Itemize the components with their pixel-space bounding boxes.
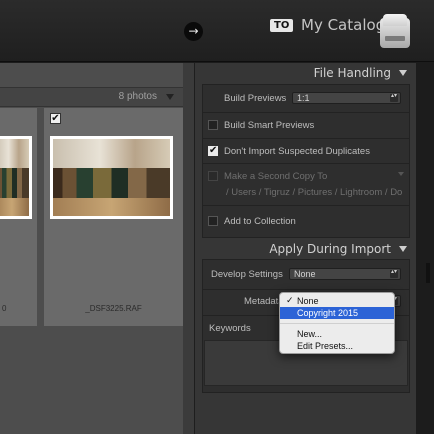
dont-import-duplicates-checkbox[interactable]: ✔: [208, 146, 218, 156]
build-previews-label: Build Previews: [224, 93, 287, 104]
add-to-collection-checkbox[interactable]: [208, 216, 218, 226]
hard-drive-icon[interactable]: [380, 14, 410, 50]
menu-item-edit-presets[interactable]: Edit Presets...: [280, 340, 394, 352]
row-divider: [202, 112, 410, 113]
section-title: File Handling: [313, 66, 391, 80]
second-copy-checkbox[interactable]: [208, 171, 218, 181]
apply-during-import-header[interactable]: Apply During Import: [195, 239, 417, 259]
grid-header: 8 photos: [0, 87, 183, 107]
photo-image-sky: [53, 139, 170, 169]
develop-settings-select[interactable]: None ▴▾: [289, 268, 401, 280]
menu-item-label: None: [297, 296, 319, 306]
build-previews-value: 1:1: [297, 93, 310, 103]
cell-divider: [37, 108, 44, 326]
photo-thumbnail[interactable]: [50, 136, 173, 219]
build-smart-previews-checkbox[interactable]: [208, 120, 218, 130]
menu-item-copyright-2015[interactable]: Copyright 2015: [280, 307, 394, 319]
menu-item-none[interactable]: ✓ None: [280, 295, 394, 307]
catalog-name[interactable]: My Catalog: [301, 16, 385, 34]
file-handling-box: [202, 84, 410, 238]
photo-cell-selected[interactable]: ✔ _DSF3225.RAF: [44, 108, 183, 326]
chevron-down-icon[interactable]: [398, 172, 404, 176]
develop-settings-value: None: [294, 269, 316, 279]
add-to-collection-label: Add to Collection: [224, 216, 296, 227]
second-copy-path: / Users / Tigruz / Pictures / Lightroom …: [226, 187, 403, 198]
file-handling-header[interactable]: File Handling: [195, 63, 417, 83]
second-copy-label: Make a Second Copy To: [224, 171, 328, 182]
stepper-arrows-icon: ▴▾: [390, 93, 398, 102]
photo-image-ground: [53, 197, 170, 216]
dont-import-duplicates-label: Don't Import Suspected Duplicates: [224, 146, 370, 157]
photo-filename: 0: [2, 304, 7, 313]
top-bar: → TO My Catalog: [0, 0, 434, 62]
build-smart-previews-label: Build Smart Previews: [224, 120, 315, 131]
photo-grid: 8 photos 0 ✔ _DSF3225.RAF: [0, 63, 194, 434]
menu-item-label: Copyright 2015: [297, 308, 359, 318]
to-badge: TO: [270, 19, 294, 32]
keywords-label: Keywords: [209, 323, 251, 334]
hard-drive-slot: [385, 36, 405, 41]
right-edge: [416, 63, 434, 434]
collapse-triangle-icon[interactable]: [399, 246, 407, 252]
row-divider: [202, 289, 410, 290]
import-options-panel: File Handling Build Previews 1:1 ▴▾ Buil…: [194, 63, 416, 434]
row-divider: [202, 163, 410, 164]
menu-separator: [280, 323, 394, 324]
section-title: Apply During Import: [269, 242, 391, 256]
row-divider: [202, 205, 410, 206]
stepper-arrows-icon: ▴▾: [390, 269, 398, 278]
photo-filename: _DSF3225.RAF: [85, 304, 142, 313]
collapse-triangle-icon[interactable]: [399, 70, 407, 76]
photo-image-ground: [0, 197, 29, 216]
row-divider: [202, 138, 410, 139]
grid-scrollbar[interactable]: [183, 63, 194, 434]
develop-settings-label: Develop Settings: [211, 269, 283, 280]
menu-item-new[interactable]: New...: [280, 328, 394, 340]
arrow-right-icon[interactable]: →: [184, 22, 203, 41]
build-previews-select[interactable]: 1:1 ▴▾: [292, 92, 401, 104]
photo-cell[interactable]: 0: [0, 108, 37, 326]
sort-arrow-icon[interactable]: [166, 94, 174, 100]
metadata-dropdown-menu: ✓ None Copyright 2015 New... Edit Preset…: [279, 292, 395, 354]
photo-image-sky: [0, 139, 29, 169]
photo-count: 8 photos: [118, 91, 157, 102]
checkmark-icon: ✓: [286, 296, 294, 306]
hard-drive-lid: [383, 14, 407, 26]
metadata-label: Metadata: [244, 296, 284, 307]
menu-item-label: Edit Presets...: [297, 341, 354, 351]
panel-resize-handle[interactable]: [426, 263, 430, 283]
photo-thumbnail[interactable]: [0, 136, 32, 219]
menu-item-label: New...: [297, 329, 323, 339]
include-checkbox[interactable]: ✔: [50, 113, 61, 124]
